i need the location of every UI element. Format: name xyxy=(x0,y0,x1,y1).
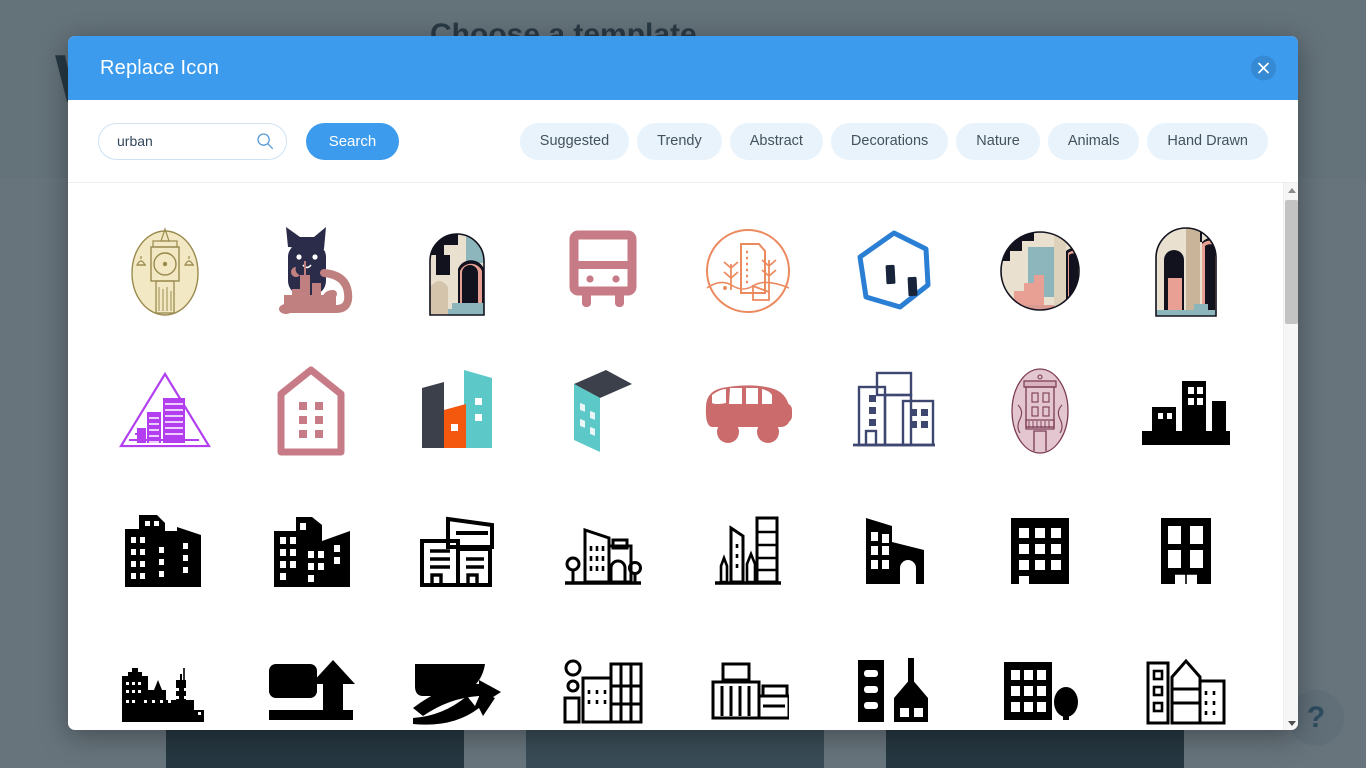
icon-result-cell[interactable] xyxy=(238,341,384,481)
city-skyline-solid-icon xyxy=(121,511,209,591)
apartment-windows-solid-icon xyxy=(1157,514,1215,588)
scroll-up-triangle xyxy=(1287,187,1296,193)
house-hexagon-outline-icon xyxy=(852,227,936,315)
icon-result-cell[interactable] xyxy=(92,481,238,621)
icon-result-cell[interactable] xyxy=(384,481,530,621)
city-circle-outline-icon xyxy=(703,226,793,316)
cat-city-skyline-icon xyxy=(262,219,360,323)
bus-icon xyxy=(700,375,796,447)
icon-result-cell[interactable] xyxy=(821,621,967,730)
icon-result-cell[interactable] xyxy=(821,201,967,341)
icon-result-cell[interactable] xyxy=(676,201,822,341)
building-arch-solid-icon xyxy=(858,512,930,590)
icon-result-cell[interactable] xyxy=(92,201,238,341)
category-pill-hand-drawn[interactable]: Hand Drawn xyxy=(1147,122,1268,160)
warehouse-outline-icon xyxy=(707,660,790,722)
icon-result-cell[interactable] xyxy=(1113,341,1259,481)
modal-header: Replace Icon xyxy=(68,36,1298,100)
factory-outline-icon xyxy=(561,656,645,726)
icon-result-cell[interactable] xyxy=(238,481,384,621)
tower-antenna-solid-icon xyxy=(854,656,934,726)
icon-result-cell[interactable] xyxy=(676,621,822,730)
apartment-grid-solid-icon xyxy=(1007,514,1073,588)
icon-result-cell[interactable] xyxy=(384,201,530,341)
office-block-outline-icon xyxy=(418,513,496,589)
pyramid-city-icon xyxy=(117,370,213,452)
icon-result-cell[interactable] xyxy=(967,481,1113,621)
category-pill-nature[interactable]: Nature xyxy=(956,122,1040,160)
search-icon[interactable] xyxy=(256,132,274,150)
icon-result-cell[interactable] xyxy=(530,621,676,730)
icon-result-cell[interactable] xyxy=(530,481,676,621)
icon-result-cell[interactable] xyxy=(967,201,1113,341)
search-field-wrapper xyxy=(98,122,288,160)
building-tree-solid-icon xyxy=(1000,658,1080,724)
icon-result-cell[interactable] xyxy=(238,621,384,730)
isometric-tower-icon xyxy=(568,364,638,458)
search-button[interactable]: Search xyxy=(306,122,399,160)
category-pill-decorations[interactable]: Decorations xyxy=(830,122,949,160)
close-icon[interactable] xyxy=(1251,55,1276,81)
category-filter-list: Suggested Trendy Abstract Decorations Nature… xyxy=(519,122,1268,160)
night-skyline-icon xyxy=(118,658,212,724)
icon-result-cell[interactable] xyxy=(676,341,822,481)
category-pill-suggested[interactable]: Suggested xyxy=(519,122,630,160)
icon-grid-scroll xyxy=(68,183,1283,730)
category-pill-abstract[interactable]: Abstract xyxy=(729,122,823,160)
icon-result-cell[interactable] xyxy=(530,201,676,341)
icon-result-cell[interactable] xyxy=(92,621,238,730)
modal-title: Replace Icon xyxy=(100,56,220,79)
vertical-scrollbar[interactable] xyxy=(1283,183,1298,730)
icon-result-cell[interactable] xyxy=(821,341,967,481)
city-blocks-solid-icon xyxy=(1138,373,1234,449)
icon-result-cell[interactable] xyxy=(238,201,384,341)
icon-results-area xyxy=(68,183,1298,730)
icon-result-cell[interactable] xyxy=(967,621,1113,730)
arch-doorway-scene-icon xyxy=(422,219,492,323)
category-pill-animals[interactable]: Animals xyxy=(1047,122,1140,160)
icon-grid xyxy=(68,201,1283,730)
building-trees-outline-icon xyxy=(563,512,643,590)
upload-arrow-block-icon xyxy=(265,656,357,726)
buildings-color-block-icon xyxy=(420,366,494,456)
swoosh-arrow-block-icon xyxy=(409,656,505,726)
scroll-down-triangle xyxy=(1287,720,1296,726)
scrollbar-thumb[interactable] xyxy=(1285,200,1298,324)
icon-result-cell[interactable] xyxy=(1113,621,1259,730)
chevron-up-icon[interactable] xyxy=(1284,183,1298,197)
townhouses-outline-icon xyxy=(1144,657,1228,725)
stairs-circle-scene-icon xyxy=(998,229,1082,313)
replace-icon-modal: Replace Icon Search SuggestedTrendyAbstr… xyxy=(68,36,1298,730)
icon-result-cell[interactable] xyxy=(92,341,238,481)
chevron-down-icon[interactable] xyxy=(1284,716,1298,730)
close-glyph xyxy=(1258,62,1269,74)
tram-front-icon xyxy=(566,227,640,315)
townhouse-badge-icon xyxy=(1004,365,1076,457)
office-buildings-outline-icon xyxy=(849,369,939,453)
icon-result-cell[interactable] xyxy=(384,341,530,481)
icon-result-cell[interactable] xyxy=(530,341,676,481)
search-glyph xyxy=(257,133,274,150)
search-toolbar: Search SuggestedTrendyAbstractDecoration… xyxy=(68,100,1298,183)
icon-result-cell[interactable] xyxy=(676,481,822,621)
icon-result-cell[interactable] xyxy=(967,341,1113,481)
icon-result-cell[interactable] xyxy=(821,481,967,621)
arch-building-scene-icon xyxy=(1150,218,1222,324)
icon-result-cell[interactable] xyxy=(1113,201,1259,341)
skyscrapers-outline-icon xyxy=(713,512,783,590)
downtown-solid-icon xyxy=(268,511,354,591)
icon-result-cell[interactable] xyxy=(1113,481,1259,621)
house-outline-windows-icon xyxy=(275,364,347,458)
icon-result-cell[interactable] xyxy=(384,621,530,730)
clock-tower-badge-icon xyxy=(123,219,207,323)
category-pill-trendy[interactable]: Trendy xyxy=(637,122,722,160)
